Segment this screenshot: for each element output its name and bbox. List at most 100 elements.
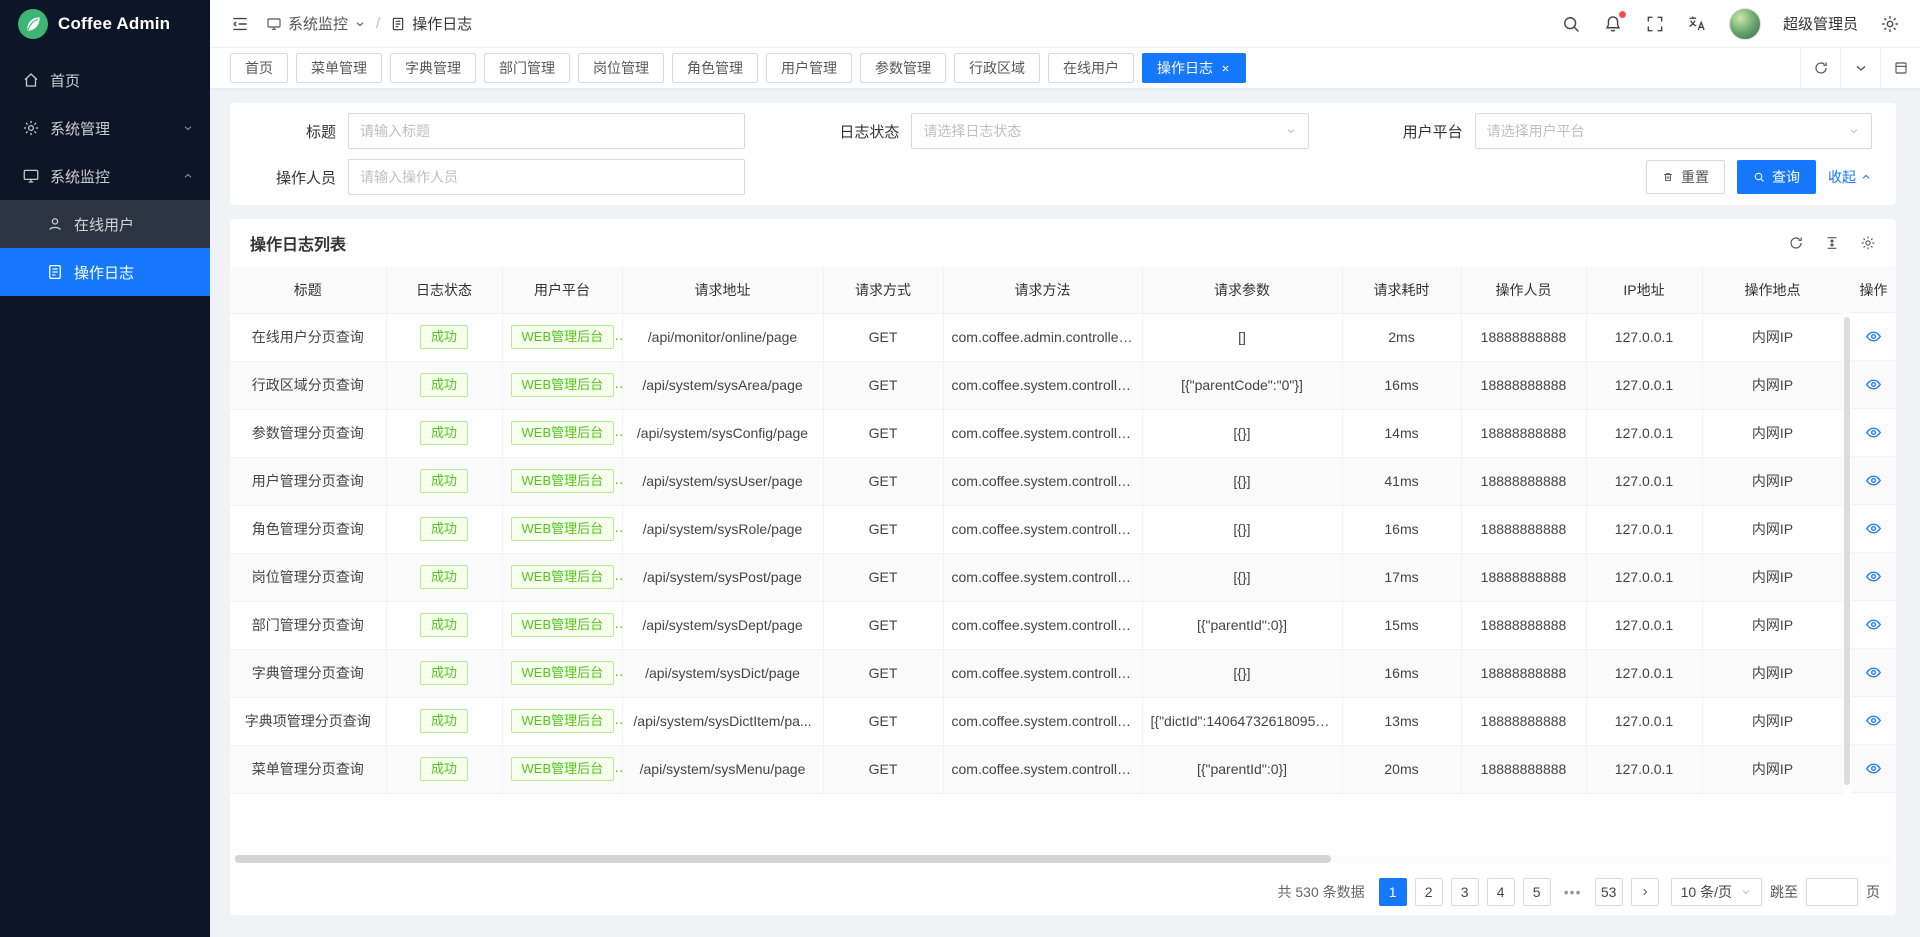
chevron-down-icon: [182, 122, 194, 134]
logo[interactable]: Coffee Admin: [0, 0, 210, 48]
cell-duration: 41ms: [1342, 457, 1461, 505]
view-detail-eye-icon[interactable]: [1865, 712, 1882, 729]
cell-title: 参数管理分页查询: [230, 409, 386, 457]
cell-params: [{}]: [1142, 457, 1342, 505]
tab-item[interactable]: 操作日志: [1142, 53, 1246, 83]
tab-item[interactable]: 岗位管理: [578, 53, 664, 83]
tab-item[interactable]: 字典管理: [390, 53, 476, 83]
view-detail-eye-icon[interactable]: [1865, 376, 1882, 393]
title-input[interactable]: [360, 123, 733, 139]
tab-item[interactable]: 参数管理: [860, 53, 946, 83]
sidebar-item-system-monitor[interactable]: 系统监控: [0, 152, 210, 200]
view-detail-eye-icon[interactable]: [1865, 760, 1882, 777]
menu-fold-icon[interactable]: [230, 14, 250, 34]
cell-location: 内网IP: [1702, 457, 1843, 505]
table-toolbar: [1788, 235, 1876, 251]
tab-item[interactable]: 首页: [230, 53, 288, 83]
view-detail-eye-icon[interactable]: [1865, 664, 1882, 681]
operator-input[interactable]: [360, 169, 733, 185]
page-button[interactable]: 5: [1523, 878, 1551, 906]
jump-page-input[interactable]: [1806, 878, 1858, 906]
table-row: 角色管理分页查询成功WEB管理后台/api/system/sysRole/pag…: [230, 505, 1843, 553]
cell-location: 内网IP: [1702, 697, 1843, 745]
select-placeholder: 请选择日志状态: [923, 121, 1284, 141]
notification-bell-icon[interactable]: [1603, 14, 1623, 34]
column-header: 用户平台: [502, 267, 622, 313]
close-tab-icon[interactable]: [1220, 63, 1231, 74]
query-button[interactable]: 查询: [1737, 160, 1816, 194]
cell-func: com.coffee.system.controlle...: [943, 505, 1142, 553]
view-detail-eye-icon[interactable]: [1865, 520, 1882, 537]
vertical-scrollbar-thumb[interactable]: [1844, 317, 1850, 785]
breadcrumb-item-operation-logs[interactable]: 操作日志: [390, 13, 472, 34]
cell-func: com.coffee.system.controlle...: [943, 457, 1142, 505]
horizontal-scrollbar-thumb[interactable]: [235, 855, 1331, 863]
cell-status: 成功: [386, 313, 502, 361]
row-action-cell: [1851, 601, 1896, 649]
view-detail-eye-icon[interactable]: [1865, 568, 1882, 585]
user-avatar[interactable]: [1729, 8, 1761, 40]
log-status-select[interactable]: 请选择日志状态: [911, 113, 1308, 149]
monitor-icon: [266, 16, 282, 32]
column-header: 请求方法: [943, 267, 1142, 313]
cell-status: 成功: [386, 361, 502, 409]
platform-tag: WEB管理后台: [511, 517, 615, 541]
horizontal-scrollbar: [233, 855, 1893, 863]
chevron-down-icon: [1740, 886, 1752, 898]
cell-url: /api/system/sysMenu/page: [622, 745, 823, 793]
page-button[interactable]: 53: [1595, 878, 1623, 906]
search-icon[interactable]: [1561, 14, 1581, 34]
row-action-cell: [1851, 697, 1896, 745]
table-scroll-area: 标题日志状态用户平台请求地址请求方式请求方法请求参数请求耗时操作人员IP地址操作…: [230, 267, 1843, 794]
jump-prefix: 跳至: [1770, 882, 1798, 902]
page-button[interactable]: 3: [1451, 878, 1479, 906]
cell-location: 内网IP: [1702, 649, 1843, 697]
card-header: 操作日志列表: [230, 219, 1896, 267]
view-detail-eye-icon[interactable]: [1865, 472, 1882, 489]
user-name[interactable]: 超级管理员: [1783, 13, 1858, 34]
tab-item[interactable]: 角色管理: [672, 53, 758, 83]
tab-item[interactable]: 在线用户: [1048, 53, 1134, 83]
tab-item[interactable]: 菜单管理: [296, 53, 382, 83]
content-fullscreen-button[interactable]: [1880, 48, 1920, 88]
tab-item[interactable]: 用户管理: [766, 53, 852, 83]
tab-item[interactable]: 行政区域: [954, 53, 1040, 83]
page-button[interactable]: 4: [1487, 878, 1515, 906]
fullscreen-icon[interactable]: [1645, 14, 1665, 34]
platform-tag: WEB管理后台: [511, 421, 615, 445]
next-page-button[interactable]: [1631, 878, 1659, 906]
status-tag: 成功: [420, 469, 468, 493]
cell-status: 成功: [386, 649, 502, 697]
collapse-filter-link[interactable]: 收起: [1828, 167, 1872, 187]
tab-item[interactable]: 部门管理: [484, 53, 570, 83]
logo-leaf-icon: [18, 9, 48, 39]
reset-button[interactable]: 重置: [1646, 160, 1725, 194]
sidebar-item-online-users[interactable]: 在线用户: [0, 200, 210, 248]
page-button[interactable]: 2: [1415, 878, 1443, 906]
cell-title: 行政区域分页查询: [230, 361, 386, 409]
page-size-select[interactable]: 10 条/页: [1671, 878, 1762, 906]
column-settings-gear-icon[interactable]: [1860, 235, 1876, 251]
translate-icon[interactable]: [1687, 14, 1707, 34]
sidebar-item-system-management[interactable]: 系统管理: [0, 104, 210, 152]
column-header: 操作地点: [1702, 267, 1843, 313]
cell-operator: 18888888888: [1461, 361, 1586, 409]
cell-platform: WEB管理后台: [502, 361, 622, 409]
platform-tag: WEB管理后台: [511, 613, 615, 637]
sidebar-item-operation-logs[interactable]: 操作日志: [0, 248, 210, 296]
sidebar-item-home[interactable]: 首页: [0, 56, 210, 104]
user-platform-select[interactable]: 请选择用户平台: [1475, 113, 1872, 149]
status-tag: 成功: [420, 661, 468, 685]
breadcrumb-item-monitor[interactable]: 系统监控: [266, 13, 366, 34]
settings-gear-icon[interactable]: [1880, 14, 1900, 34]
view-detail-eye-icon[interactable]: [1865, 616, 1882, 633]
tab-actions-dropdown[interactable]: [1840, 48, 1880, 88]
column-height-icon[interactable]: [1824, 235, 1840, 251]
view-detail-eye-icon[interactable]: [1865, 328, 1882, 345]
operation-log-card: 操作日志列表: [230, 219, 1896, 915]
refresh-icon[interactable]: [1788, 235, 1804, 251]
view-detail-eye-icon[interactable]: [1865, 424, 1882, 441]
platform-tag: WEB管理后台: [511, 325, 615, 349]
page-button[interactable]: 1: [1379, 878, 1407, 906]
refresh-tab-button[interactable]: [1800, 48, 1840, 88]
